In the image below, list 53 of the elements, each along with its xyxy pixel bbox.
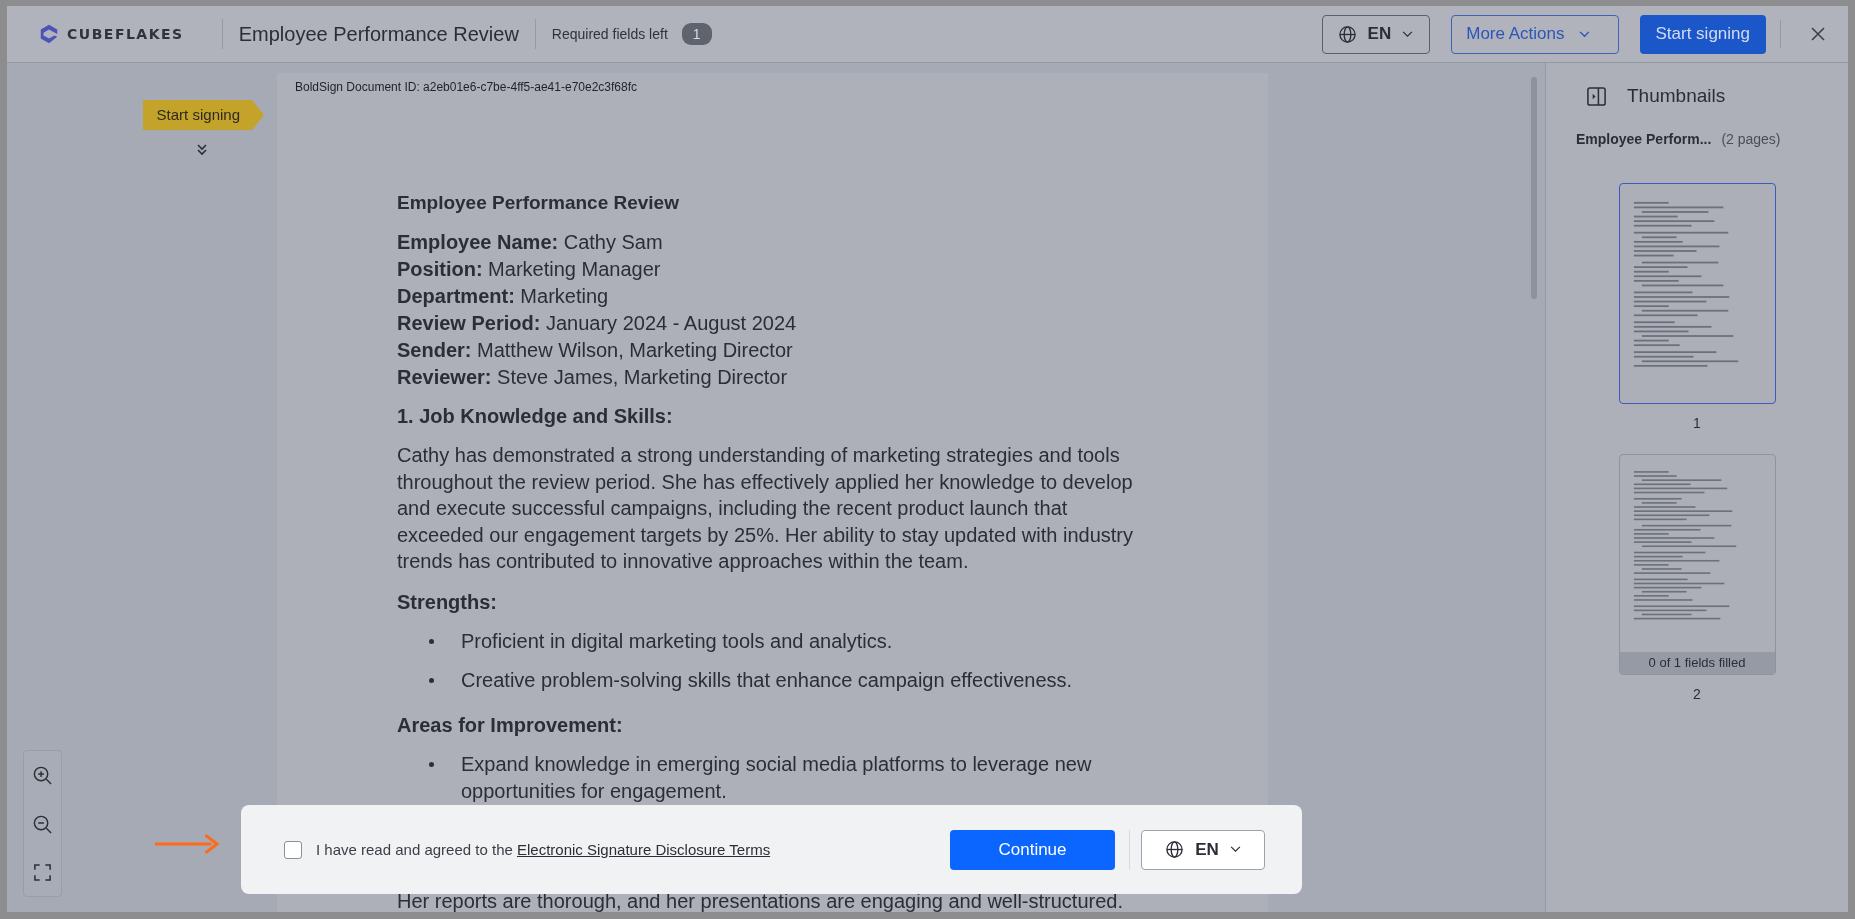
paragraph: Cathy has demonstrated a strong understanding of marketing strategies and tools throughout the review period. She has effectively applied her knowledge to develop and execute successful campaigns, including the recent product launch that exceeded our engagement targets by 25%. Her ability to stay updated with industry trends has contributed to innovative approaches within the team. [397,443,1134,575]
page-count: (2 pages) [1721,131,1781,147]
double-chevron-down-icon[interactable] [196,144,208,156]
logo-icon [38,23,60,45]
consent-text: I have read and agreed to the Electronic Signature Disclosure Terms [316,841,771,858]
bullet-dot [429,677,434,683]
continue-button[interactable]: Continue [950,829,1115,870]
bullet-text: Expand knowledge in emerging social media platforms to leverage new opportunities for engagement. [461,751,1093,804]
scrollbar-thumb[interactable] [1531,77,1537,299]
required-fields-label: Required fields left [551,26,668,42]
field-line: Employee Name: Cathy Sam [397,230,664,255]
globe-icon [1165,840,1185,859]
language-dropdown[interactable]: EN [1321,14,1431,54]
bullet-text: Proficient in digital marketing tools and analytics. [461,628,894,654]
paragraph: Her reports are thorough, and her presentations are engaging and well-structured. [397,890,1124,912]
field-line: Review Period: January 2024 - August 2024 [397,311,798,336]
fields-status: 0 of 1 fields filled [1619,652,1775,674]
field-line: Position: Marketing Manager [397,257,662,282]
field-line: Sender: Matthew Wilson, Marketing Director [397,338,794,363]
document-heading: Employee Performance Review [397,192,680,214]
disclosure-terms-link[interactable]: Electronic Signature Disclosure Terms [517,841,771,858]
page-number: 2 [1693,686,1701,702]
zoom-in-icon[interactable] [32,765,53,786]
required-count-badge: 1 [681,23,712,45]
section-heading: 1. Job Knowledge and Skills: [397,404,674,429]
chevron-down-icon [1402,30,1414,38]
document-name: Employee Perform... [1576,131,1712,147]
page-thumbnail[interactable] [1618,183,1776,404]
chevron-down-icon [1229,846,1241,853]
panel-toggle-icon[interactable] [1586,85,1607,107]
page-thumbnail[interactable]: 0 of 1 fields filled [1618,454,1776,675]
logo-text: CUBEFLAKES [67,26,184,42]
section-heading: Areas for Improvement: [397,712,624,738]
section-heading: Strengths: [397,589,498,615]
page-number: 1 [1693,415,1701,431]
bullet-text: Creative problem-solving skills that enhance campaign effectiveness. [461,667,1074,693]
language-dropdown[interactable]: EN [1141,829,1265,870]
close-icon[interactable] [1810,26,1826,42]
consent-checkbox[interactable] [284,840,302,859]
chevron-down-icon [1578,30,1590,38]
document-title: Employee Performance Review [238,22,519,46]
bullet-dot [429,761,434,767]
start-signing-tag[interactable]: Start signing [142,100,264,130]
globe-icon [1337,24,1357,44]
fit-screen-icon[interactable] [33,863,52,882]
start-signing-button[interactable]: Start signing [1639,14,1766,54]
field-line: Department: Marketing [397,284,610,309]
bullet-dot [429,638,434,644]
panel-title: Thumbnails [1627,85,1726,107]
field-line: Reviewer: Steve James, Marketing Director [397,365,789,390]
zoom-out-icon[interactable] [32,814,53,835]
document-id: BoldSign Document ID: a2eb01e6-c7be-4ff5-ae41-e70e2c3f68fc [295,80,638,94]
more-actions-button[interactable]: More Actions [1451,14,1619,54]
